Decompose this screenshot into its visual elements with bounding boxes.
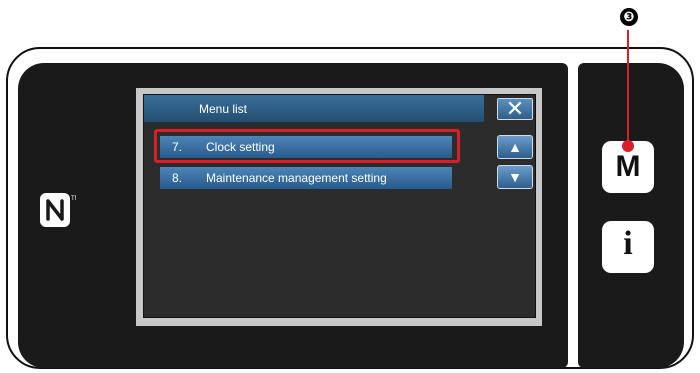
callout-line: [627, 30, 629, 146]
triangle-up-icon: ▲: [508, 139, 522, 155]
side-key-panel: [578, 63, 684, 368]
lcd-screen: Menu list ✕ 7. Clock setting 8. Maintena…: [136, 88, 542, 326]
window-title: Menu list: [199, 102, 248, 116]
nfc-icon: TM: [40, 193, 76, 227]
menu-list-window: Menu list ✕ 7. Clock setting 8. Maintena…: [143, 94, 536, 318]
close-icon: ✕: [505, 96, 525, 121]
callout-number: ❸: [620, 8, 638, 26]
triangle-down-icon: ▼: [508, 169, 522, 185]
scroll-up-button[interactable]: ▲: [497, 135, 533, 159]
information-button[interactable]: i: [602, 221, 654, 273]
menu-item-maintenance-management-setting[interactable]: 8. Maintenance management setting: [160, 167, 452, 189]
callout-dot: [622, 140, 634, 152]
menu-item-label: Maintenance management setting: [206, 171, 387, 185]
information-button-label: i: [623, 225, 633, 262]
svg-text:TM: TM: [71, 196, 76, 202]
menu-item-number: 8.: [172, 171, 183, 185]
close-button[interactable]: ✕: [497, 96, 533, 121]
mode-button-label: M: [615, 150, 641, 183]
scroll-down-button[interactable]: ▼: [497, 165, 533, 189]
selection-highlight: [154, 129, 460, 163]
title-bar: Menu list: [144, 95, 484, 123]
